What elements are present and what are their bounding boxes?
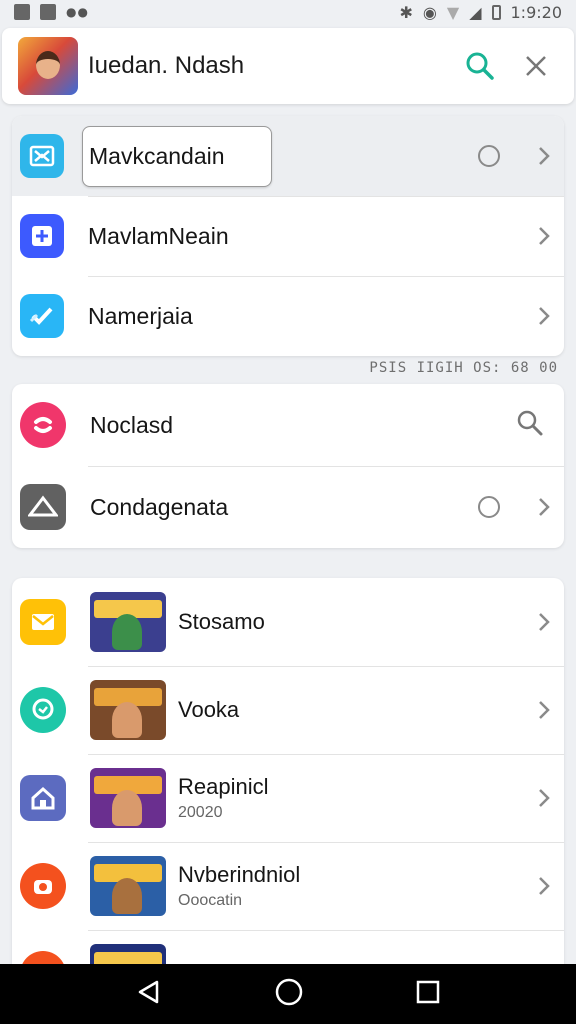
settings-row[interactable]: Namerjaia (12, 276, 564, 356)
games-list: Stosamo Vooka Reapinicl 20020 Nvberindni… (12, 578, 564, 978)
recents-button[interactable] (415, 979, 441, 1010)
battery-icon (491, 4, 501, 20)
settings-row-label: MavlamNeain (88, 222, 229, 249)
settings-row[interactable]: Condagenata (12, 466, 564, 548)
chevron-right-icon (524, 787, 564, 809)
game-thumbnail (90, 856, 166, 916)
game-subtitle: Ooocatin (178, 892, 243, 909)
close-icon (526, 56, 546, 76)
chat-bubble-icon (20, 687, 66, 733)
back-button[interactable] (135, 978, 163, 1011)
search-bar[interactable]: Iuedan. Ndash (2, 28, 574, 104)
game-row[interactable]: Stosamo (12, 578, 564, 666)
game-title: Nvberindniol (178, 862, 301, 887)
navigation-bar (0, 964, 576, 1024)
game-title: Vooka (178, 697, 240, 722)
game-title: Stosamo (178, 609, 265, 634)
secondary-group: Noclasd Condagenata (12, 384, 564, 548)
settings-row[interactable]: Noclasd (12, 384, 564, 466)
status-bar: ●● ✱ ◉ ▼ ◢ 1:9:20 (0, 0, 576, 24)
game-row[interactable]: Reapinicl 20020 (12, 754, 564, 842)
signal-icon: ◢ (469, 2, 482, 22)
back-icon (139, 980, 159, 1003)
settings-row-label: Namerjaia (88, 302, 193, 329)
home-button[interactable] (274, 977, 304, 1012)
search-query[interactable]: Iuedan. Ndash (88, 52, 458, 80)
chevron-right-icon (524, 305, 564, 327)
settings-row-label: Mavkcandain (82, 125, 272, 187)
game-row[interactable]: Vooka (12, 666, 564, 754)
check-icon (20, 294, 64, 338)
radio-button[interactable] (478, 145, 500, 167)
close-button[interactable] (514, 44, 558, 88)
messenger-icon (20, 402, 66, 448)
settings-group: Mavkcandain MavlamNeain Namerjaia (12, 116, 564, 356)
bluetooth-icon: ✱ (399, 2, 413, 22)
settings-row[interactable]: MavlamNeain (12, 196, 564, 276)
search-icon (466, 52, 494, 80)
do-not-disturb-icon: ◉ (422, 2, 437, 22)
game-title: Reapinicl (178, 774, 269, 799)
notification-icon (40, 4, 56, 20)
home-icon (20, 775, 66, 821)
recents-icon (416, 980, 439, 1003)
game-subtitle: 20020 (178, 804, 223, 821)
wifi-icon: ▼ (446, 2, 460, 22)
triangle-icon (20, 484, 66, 530)
notification-icon (14, 4, 30, 20)
grid-icon (20, 134, 64, 178)
clock: 1:9:20 (510, 2, 563, 22)
chevron-right-icon (524, 699, 564, 721)
chevron-right-icon (524, 225, 564, 247)
settings-row-label: Condagenata (90, 493, 229, 520)
game-row[interactable]: Nvberindniol Ooocatin (12, 842, 564, 930)
section-caption: PSIS IIGIH OS: 68 00 (369, 360, 558, 376)
chevron-right-icon (524, 875, 564, 897)
camera-icon (20, 863, 66, 909)
settings-row[interactable]: Mavkcandain (12, 116, 564, 196)
chevron-right-icon (524, 611, 564, 633)
more-notifications-icon: ●● (66, 5, 89, 19)
search-button[interactable] (458, 44, 502, 88)
settings-row-label: Noclasd (90, 411, 174, 438)
chevron-right-icon (524, 496, 564, 518)
home-circle-icon (275, 978, 303, 1005)
search-icon[interactable] (516, 409, 544, 442)
mail-icon (20, 599, 66, 645)
game-thumbnail (90, 768, 166, 828)
app-thumbnail (18, 37, 78, 95)
game-thumbnail (90, 592, 166, 652)
plus-square-icon (20, 214, 64, 258)
chevron-right-icon (524, 145, 564, 167)
game-thumbnail (90, 680, 166, 740)
radio-button[interactable] (478, 496, 500, 518)
